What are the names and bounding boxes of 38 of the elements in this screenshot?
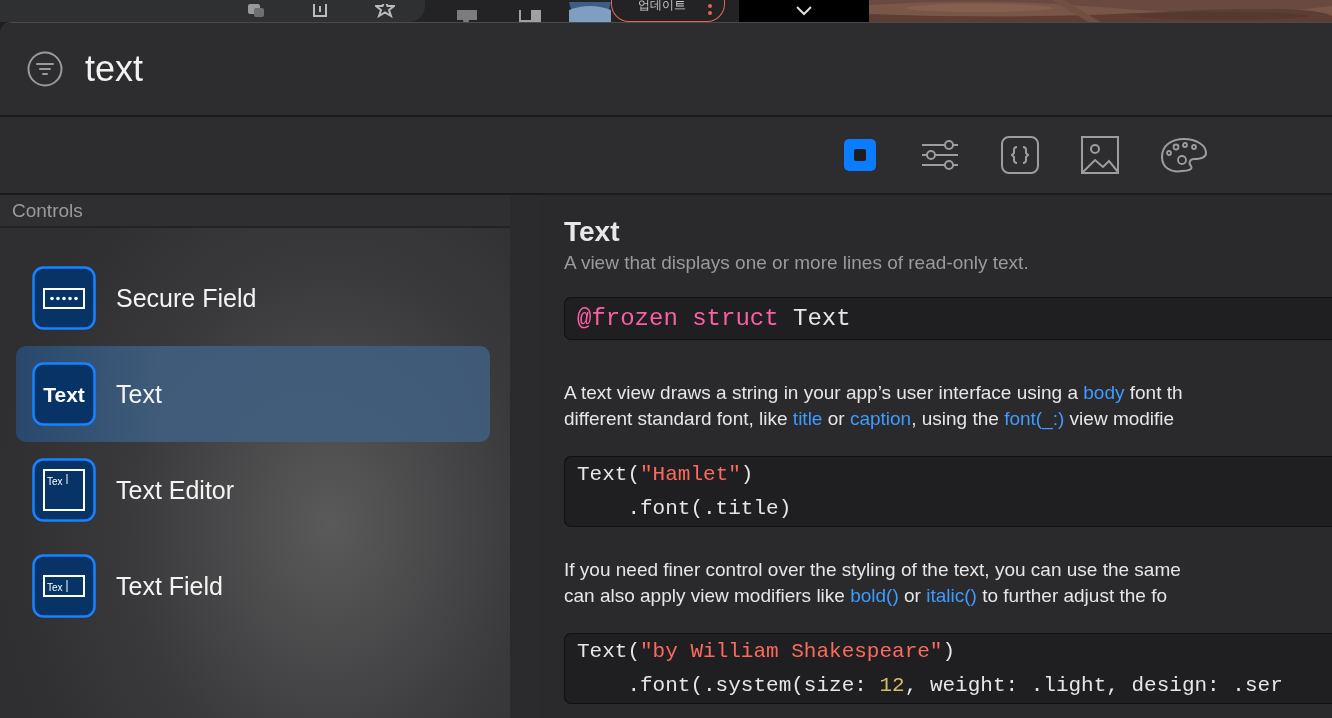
paragraph-line: A text view draws a string in your app’s user interface using a body font th — [564, 381, 1183, 405]
image-icon[interactable] — [1080, 135, 1120, 175]
doc-link[interactable]: title — [792, 408, 823, 429]
filter-icon[interactable] — [27, 51, 63, 87]
share-icon[interactable] — [311, 4, 329, 18]
doc-link[interactable]: bold() — [850, 585, 899, 606]
code-line: Text("Hamlet") — [577, 462, 754, 488]
doc-link[interactable]: italic() — [926, 585, 977, 606]
more-icon — [708, 3, 712, 18]
sidebar-item[interactable]: Tex Text Field — [16, 538, 490, 634]
sidebar-item[interactable]: Text Text — [16, 346, 490, 442]
doc-link[interactable]: font(_:) — [1004, 408, 1065, 429]
star-icon[interactable] — [375, 4, 395, 18]
doc-subtitle: A view that displays one or more lines of read-only text. — [564, 251, 1029, 275]
search-field[interactable]: text — [85, 46, 485, 92]
palette-icon[interactable] — [1160, 135, 1208, 175]
text-field-icon: Tex — [32, 554, 96, 618]
password-field-icon — [32, 266, 96, 330]
paragraph-line: If you need finer control over the styling of the text, you can use the same — [564, 558, 1181, 582]
text-icon: Text — [32, 362, 96, 426]
sidebar-item[interactable]: Tex Text Editor — [16, 442, 490, 538]
code-line: .font(.title) — [626, 496, 792, 522]
text-editor-icon: Tex — [32, 458, 96, 522]
chevron-down-icon[interactable] — [795, 6, 813, 16]
doc-title: Text — [564, 215, 620, 249]
code-line: Text("by William Shakespeare") — [577, 639, 956, 665]
code-line: .font(.system(size: 12, weight: .light, design: .ser — [626, 673, 1283, 699]
translate-icon[interactable] — [247, 4, 265, 18]
doc-link[interactable]: caption — [849, 408, 912, 429]
sidebar-icon[interactable] — [519, 10, 541, 22]
doc-link[interactable]: body — [1083, 382, 1125, 403]
sidebar-item[interactable]: Secure Field — [16, 250, 490, 346]
update-button[interactable]: 업데이트 — [611, 0, 725, 22]
braces-icon[interactable] — [1000, 135, 1040, 175]
paragraph-line: different standard font, like title or caption, using the font(_:) view modifie — [564, 407, 1175, 432]
section-header: Controls — [12, 199, 83, 222]
paragraph-line: can also apply view modifiers like bold() or italic() to further adjust the fo — [564, 584, 1167, 608]
code-line: @frozen struct Text — [577, 304, 851, 334]
